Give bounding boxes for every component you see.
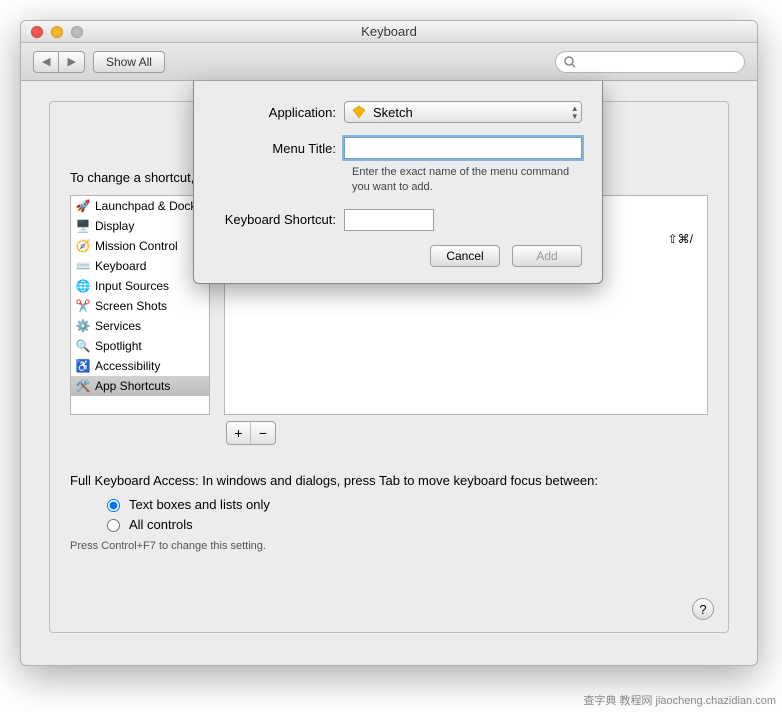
sidebar-item-label: Keyboard — [95, 259, 146, 273]
search-input[interactable] — [580, 54, 739, 70]
sidebar-item-keyboard[interactable]: ⌨️ Keyboard — [71, 256, 209, 276]
window-title: Keyboard — [21, 24, 757, 39]
mission-control-icon: 🧭 — [75, 238, 91, 254]
add-button[interactable]: + — [227, 422, 251, 444]
keyboard-icon: ⌨️ — [75, 258, 91, 274]
show-all-button[interactable]: Show All — [93, 51, 165, 73]
menutitle-input[interactable] — [344, 137, 582, 159]
application-popup[interactable]: Sketch ▴▾ — [344, 101, 582, 123]
sidebar-item-display[interactable]: 🖥️ Display — [71, 216, 209, 236]
input-sources-icon: 🌐 — [75, 278, 91, 294]
nav-segment: ◀ ▶ — [33, 51, 85, 73]
full-keyboard-access-label: Full Keyboard Access: In windows and dia… — [70, 473, 708, 488]
sidebar-item-screenshots[interactable]: ✂️ Screen Shots — [71, 296, 209, 316]
minimize-icon[interactable] — [51, 26, 63, 38]
radio-all-controls[interactable]: All controls — [102, 514, 708, 534]
launchpad-icon: 🚀 — [75, 198, 91, 214]
screenshots-icon: ✂️ — [75, 298, 91, 314]
close-icon[interactable] — [31, 26, 43, 38]
zoom-icon[interactable] — [71, 26, 83, 38]
add-shortcut-sheet: Application: Sketch ▴▾ Menu Title: Enter… — [193, 81, 603, 284]
titlebar: Keyboard — [21, 21, 757, 43]
application-label: Application: — [214, 105, 344, 120]
category-list[interactable]: 🚀 Launchpad & Dock 🖥️ Display 🧭 Mission … — [70, 195, 210, 415]
search-field[interactable] — [555, 51, 745, 73]
search-icon — [564, 56, 576, 68]
sidebar-item-launchpad[interactable]: 🚀 Launchpad & Dock — [71, 196, 209, 216]
sidebar-item-label: Mission Control — [95, 239, 178, 253]
radio-text-boxes-input[interactable] — [107, 499, 120, 512]
shortcut-input[interactable] — [344, 209, 434, 231]
sidebar-item-label: Services — [95, 319, 141, 333]
sidebar-item-label: App Shortcuts — [95, 379, 170, 393]
radio-text-boxes[interactable]: Text boxes and lists only — [102, 494, 708, 514]
shortcut-label: Keyboard Shortcut: — [214, 212, 344, 227]
preferences-window: Keyboard ◀ ▶ Show All To change a shortc… — [20, 20, 758, 666]
spotlight-icon: 🔍 — [75, 338, 91, 354]
app-shortcuts-icon: 🛠️ — [75, 378, 91, 394]
sidebar-item-label: Spotlight — [95, 339, 142, 353]
add-confirm-button[interactable]: Add — [512, 245, 582, 267]
sketch-app-icon — [351, 104, 367, 120]
services-icon: ⚙️ — [75, 318, 91, 334]
sidebar-item-accessibility[interactable]: ♿ Accessibility — [71, 356, 209, 376]
radio-all-controls-input[interactable] — [107, 519, 120, 532]
traffic-lights — [31, 26, 83, 38]
add-remove-segment: + − — [226, 421, 276, 445]
watermark: 查字典 教程网 jiaocheng.chazidian.com — [583, 692, 776, 708]
hint-text: Press Control+F7 to change this setting. — [70, 540, 708, 552]
menutitle-label: Menu Title: — [214, 141, 344, 156]
display-icon: 🖥️ — [75, 218, 91, 234]
sidebar-item-spotlight[interactable]: 🔍 Spotlight — [71, 336, 209, 356]
radio-label: Text boxes and lists only — [129, 497, 270, 512]
sidebar-item-label: Input Sources — [95, 279, 169, 293]
sidebar-item-mission-control[interactable]: 🧭 Mission Control — [71, 236, 209, 256]
help-button[interactable]: ? — [692, 598, 714, 620]
popup-arrows-icon: ▴▾ — [572, 104, 577, 120]
toolbar: ◀ ▶ Show All — [21, 43, 757, 81]
sidebar-item-input-sources[interactable]: 🌐 Input Sources — [71, 276, 209, 296]
sidebar-item-label: Accessibility — [95, 359, 160, 373]
sidebar-item-app-shortcuts[interactable]: 🛠️ App Shortcuts — [71, 376, 209, 396]
sidebar-item-label: Screen Shots — [95, 299, 167, 313]
sidebar-item-label: Display — [95, 219, 134, 233]
back-button[interactable]: ◀ — [33, 51, 58, 73]
sidebar-item-label: Launchpad & Dock — [95, 199, 196, 213]
cancel-button[interactable]: Cancel — [430, 245, 500, 267]
forward-button[interactable]: ▶ — [58, 51, 84, 73]
application-value: Sketch — [373, 105, 413, 120]
radio-label: All controls — [129, 517, 193, 532]
remove-button[interactable]: − — [251, 422, 275, 444]
sidebar-item-services[interactable]: ⚙️ Services — [71, 316, 209, 336]
accessibility-icon: ♿ — [75, 358, 91, 374]
shortcut-value: ⇧⌘/ — [668, 232, 693, 246]
menutitle-help: Enter the exact name of the menu command… — [352, 165, 582, 195]
